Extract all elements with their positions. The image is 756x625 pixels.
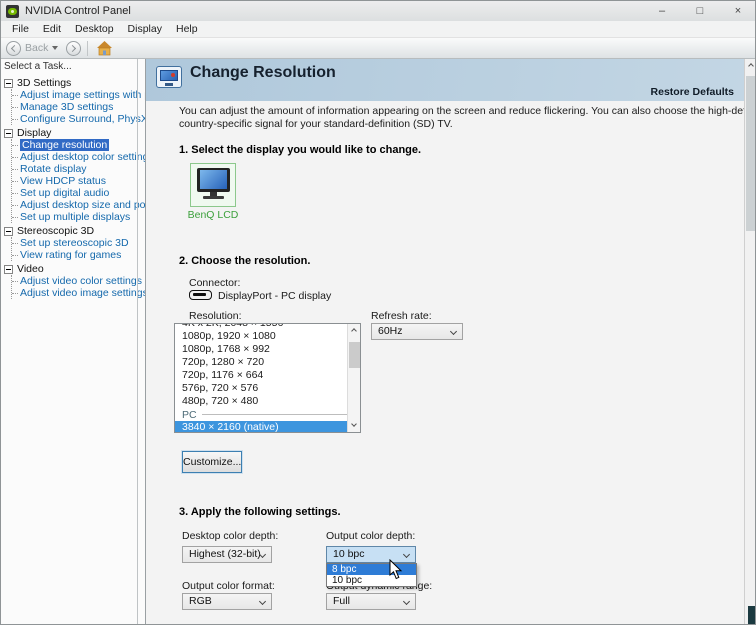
tree-node-video[interactable]: Video <box>4 263 146 275</box>
tree-group-display: Display Change resolution Adjust desktop… <box>4 127 146 223</box>
menu-help[interactable]: Help <box>169 22 205 36</box>
sidebar-item-rotate-display[interactable]: Rotate display <box>12 163 146 175</box>
resolution-row[interactable]: 1080p, 1768 × 992 <box>175 343 360 356</box>
menu-desktop[interactable]: Desktop <box>68 22 121 36</box>
sidebar-item-adjust-video-color[interactable]: Adjust video color settings <box>12 275 146 287</box>
maximize-button[interactable]: □ <box>681 1 719 21</box>
menu-display[interactable]: Display <box>121 22 169 36</box>
step2-heading: 2. Choose the resolution. <box>179 255 310 267</box>
sidebar-item-change-resolution[interactable]: Change resolution <box>12 139 146 151</box>
sidebar-item-view-hdcp-status[interactable]: View HDCP status <box>12 175 146 187</box>
output-color-format-label: Output color format: <box>182 580 275 592</box>
resolution-row-selected[interactable]: 3840 × 2160 (native) <box>175 421 348 433</box>
chevron-down-icon <box>403 598 410 605</box>
display-name-label: BenQ LCD <box>174 209 252 221</box>
tree-group-video: Video Adjust video color settings Adjust… <box>4 263 146 299</box>
desktop-color-depth-label: Desktop color depth: <box>182 530 278 542</box>
refresh-rate-label: Refresh rate: <box>371 310 432 322</box>
scroll-up-icon[interactable] <box>348 324 361 337</box>
monitor-icon <box>197 168 230 192</box>
scrollbar-thumb[interactable] <box>746 76 756 231</box>
collapse-icon[interactable] <box>4 79 13 88</box>
home-icon[interactable] <box>96 41 113 56</box>
title-bar: NVIDIA Control Panel – □ × <box>1 1 756 21</box>
toolbar-separator <box>87 41 88 56</box>
forward-icon[interactable] <box>66 41 81 56</box>
back-dropdown-icon[interactable] <box>52 46 58 50</box>
displayport-connector-icon <box>189 290 212 300</box>
intro-text-line2: country-specific signal for your standar… <box>179 118 453 130</box>
output-color-format-dropdown[interactable]: RGB <box>182 593 272 610</box>
scroll-up-icon[interactable] <box>745 59 756 72</box>
restore-defaults-link[interactable]: Restore Defaults <box>651 86 734 98</box>
sidebar-header: Select a Task... <box>1 59 146 75</box>
sidebar-item-view-rating-for-games[interactable]: View rating for games <box>12 249 146 261</box>
display-selector[interactable] <box>190 163 236 207</box>
sidebar-item-set-up-multiple-displays[interactable]: Set up multiple displays <box>12 211 146 223</box>
sidebar-item-adjust-video-image[interactable]: Adjust video image settings <box>12 287 146 299</box>
window-title: NVIDIA Control Panel <box>25 5 131 17</box>
back-button-label[interactable]: Back <box>25 42 48 54</box>
sidebar-item-adjust-desktop-color[interactable]: Adjust desktop color settings <box>12 151 146 163</box>
sidebar-item-manage-3d-settings[interactable]: Manage 3D settings <box>12 101 146 113</box>
menu-edit[interactable]: Edit <box>36 22 68 36</box>
intro-text-line1: You can adjust the amount of information… <box>179 105 744 117</box>
resolution-row[interactable]: 720p, 1176 × 664 <box>175 369 360 382</box>
desktop-color-depth-dropdown[interactable]: Highest (32-bit) <box>182 546 272 563</box>
scrollbar-thumb[interactable] <box>349 342 360 368</box>
task-tree: 3D Settings Adjust image settings with p… <box>1 77 146 299</box>
collapse-icon[interactable] <box>4 227 13 236</box>
tree-node-display[interactable]: Display <box>4 127 146 139</box>
output-color-depth-label: Output color depth: <box>326 530 415 542</box>
minimize-button[interactable]: – <box>643 1 681 21</box>
back-icon[interactable] <box>6 41 21 56</box>
menu-bar: File Edit Desktop Display Help <box>1 21 756 38</box>
sidebar-item-adjust-desktop-size[interactable]: Adjust desktop size and position <box>12 199 146 211</box>
connector-value: DisplayPort - PC display <box>218 290 331 302</box>
tree-group-3d-settings: 3D Settings Adjust image settings with p… <box>4 77 146 125</box>
step1-heading: 1. Select the display you would like to … <box>179 144 421 156</box>
main-content: Change Resolution Restore Defaults You c… <box>146 59 744 625</box>
sidebar-inner-border <box>137 59 138 625</box>
customize-button[interactable]: Customize... <box>182 451 242 473</box>
refresh-rate-dropdown[interactable]: 60Hz <box>371 323 463 340</box>
listbox-scrollbar[interactable] <box>347 324 360 432</box>
chevron-down-icon <box>450 328 457 335</box>
collapse-icon[interactable] <box>4 129 13 138</box>
window-corner <box>748 606 755 624</box>
resolution-label: Resolution: <box>189 310 242 322</box>
resolution-row[interactable]: 480p, 720 × 480 <box>175 395 360 408</box>
step3-heading: 3. Apply the following settings. <box>179 506 341 518</box>
sidebar-item-set-up-digital-audio[interactable]: Set up digital audio <box>12 187 146 199</box>
close-button[interactable]: × <box>719 1 756 21</box>
mouse-cursor <box>389 559 403 580</box>
nvidia-logo-icon <box>6 5 19 18</box>
sidebar-item-configure-surround[interactable]: Configure Surround, PhysX <box>12 113 146 125</box>
chevron-down-icon <box>259 598 266 605</box>
main-scrollbar[interactable] <box>744 59 756 625</box>
nvidia-control-panel-window: NVIDIA Control Panel – □ × File Edit Des… <box>0 0 756 625</box>
output-color-depth-options-list: 8 bpc 10 bpc <box>326 563 417 587</box>
resolution-row[interactable]: 1080p, 1920 × 1080 <box>175 330 360 343</box>
menu-file[interactable]: File <box>5 22 36 36</box>
page-header: Change Resolution Restore Defaults <box>146 59 744 101</box>
resolution-row[interactable]: 576p, 720 × 576 <box>175 382 360 395</box>
resolution-row[interactable]: 720p, 1280 × 720 <box>175 356 360 369</box>
page-title: Change Resolution <box>190 64 336 82</box>
resolution-group-header: PC <box>175 408 360 421</box>
tree-group-stereoscopic-3d: Stereoscopic 3D Set up stereoscopic 3D V… <box>4 225 146 261</box>
sidebar-item-adjust-image-settings[interactable]: Adjust image settings with preview <box>12 89 146 101</box>
scroll-down-icon[interactable] <box>348 419 361 432</box>
sidebar-item-set-up-stereoscopic-3d[interactable]: Set up stereoscopic 3D <box>12 237 146 249</box>
task-sidebar: Select a Task... 3D Settings Adjust imag… <box>1 59 146 625</box>
tree-node-stereoscopic-3d[interactable]: Stereoscopic 3D <box>4 225 146 237</box>
change-resolution-icon <box>156 66 182 88</box>
navigation-toolbar: Back <box>1 38 756 59</box>
resolution-listbox[interactable]: 4K x 2K, 2048 × 1556 1080p, 1920 × 1080 … <box>174 323 361 433</box>
connector-label: Connector: <box>189 277 240 289</box>
output-dynamic-range-dropdown[interactable]: Full <box>326 593 416 610</box>
tree-node-3d-settings[interactable]: 3D Settings <box>4 77 146 89</box>
chevron-down-icon <box>403 551 410 558</box>
collapse-icon[interactable] <box>4 265 13 274</box>
